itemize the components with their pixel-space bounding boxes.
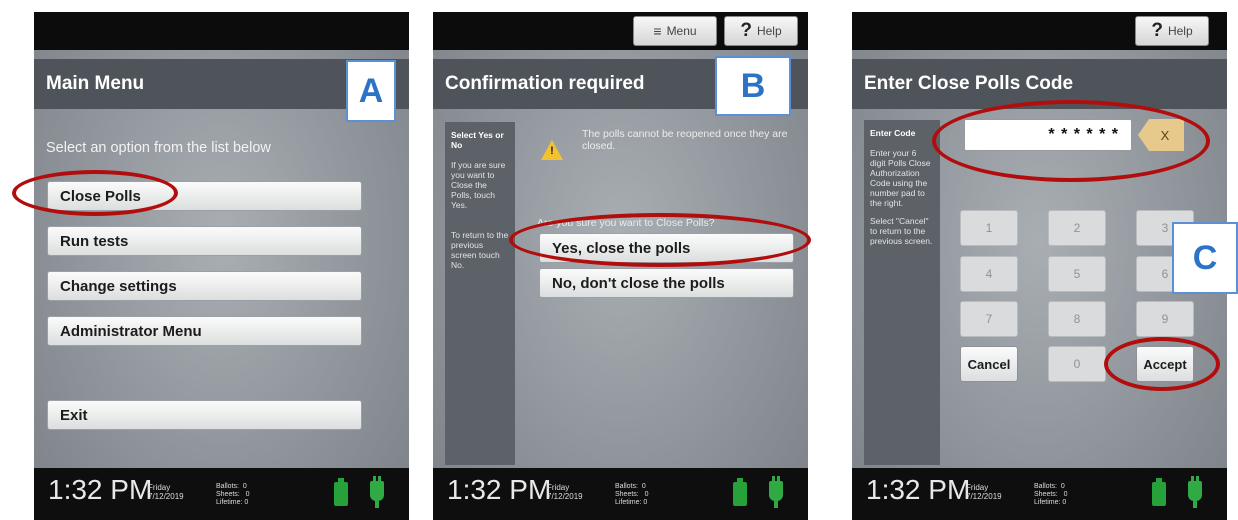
keypad-8[interactable]: 8: [1048, 301, 1106, 337]
clock-time: 1:32 PM: [866, 474, 971, 505]
status-footer: 1:32 PM Friday 7/12/2019 Ballots: 0 Sheet…: [852, 468, 1227, 520]
keypad-5[interactable]: 5: [1048, 256, 1106, 292]
annotation-tag-b: B: [715, 56, 791, 116]
sidebar-title: Enter Code: [870, 128, 916, 138]
power-plug-icon: [1188, 476, 1202, 501]
help-button[interactable]: ? Help: [724, 16, 798, 46]
status-footer: 1:32 PM Friday 7/12/2019 Ballots: 0 Sheet…: [34, 468, 409, 520]
keypad-7[interactable]: 7: [960, 301, 1018, 337]
menu-button[interactable]: ≡ Menu: [633, 16, 717, 46]
annotation-tag-a: A: [346, 60, 396, 122]
warning-icon-mark: !: [550, 145, 554, 157]
sidebar-title: Select Yes or No: [451, 130, 504, 150]
close-polls-button[interactable]: Close Polls: [47, 181, 362, 211]
annotation-tag-c: C: [1172, 222, 1238, 294]
screen-close-polls-code: ? Help Enter Close Polls Code Enter Code…: [852, 12, 1227, 520]
cancel-button[interactable]: Cancel: [960, 346, 1018, 382]
administrator-menu-button[interactable]: Administrator Menu: [47, 316, 362, 346]
help-sidebar: Enter Code Enter your 6 digit Polls Clos…: [864, 120, 940, 465]
no-dont-close-button[interactable]: No, don't close the polls: [539, 268, 794, 298]
battery-icon: [733, 478, 747, 506]
top-bar: [34, 12, 409, 50]
sidebar-text-2: Select "Cancel" to return to the previou…: [870, 216, 933, 246]
sidebar-text: If you are sure you want to Close the Po…: [451, 160, 506, 210]
ballot-counters: Ballots: 0 Sheets: 0 Lifetime: 0: [615, 483, 649, 506]
warning-text: The polls cannot be reopened once they a…: [582, 128, 788, 152]
keypad-1[interactable]: 1: [960, 210, 1018, 246]
clock-time: 1:32 PM: [48, 474, 153, 505]
help-button[interactable]: ? Help: [1135, 16, 1209, 46]
battery-icon: [1152, 478, 1166, 506]
battery-icon: [334, 478, 348, 506]
power-plug-icon: [370, 476, 384, 501]
keypad-2[interactable]: 2: [1048, 210, 1106, 246]
clear-icon: X: [1160, 127, 1170, 143]
change-settings-button[interactable]: Change settings: [47, 271, 362, 301]
help-sidebar: Select Yes or No If you are sure you wan…: [445, 122, 515, 465]
instruction-text: Select an option from the list below: [46, 140, 271, 156]
question-text: Are you sure you want to Close Polls?: [537, 217, 715, 229]
exit-button[interactable]: Exit: [47, 400, 362, 430]
clock-time: 1:32 PM: [447, 474, 552, 505]
status-footer: 1:32 PM Friday 7/12/2019 Ballots: 0 Sheet…: [433, 468, 808, 520]
clock-date: Friday 7/12/2019: [547, 483, 583, 501]
accept-button[interactable]: Accept: [1136, 346, 1194, 382]
clock-date: Friday 7/12/2019: [966, 483, 1002, 501]
yes-close-polls-button[interactable]: Yes, close the polls: [539, 233, 794, 263]
sidebar-text-2: To return to the previous screen touch N…: [451, 230, 509, 270]
sidebar-text: Enter your 6 digit Polls Close Authoriza…: [870, 148, 931, 208]
clock-date: Friday 7/12/2019: [148, 483, 184, 501]
keypad-9[interactable]: 9: [1136, 301, 1194, 337]
clear-code-button[interactable]: X: [1138, 119, 1184, 151]
question-icon: ?: [740, 20, 752, 41]
code-input[interactable]: * * * * * *: [964, 119, 1132, 151]
keypad-0[interactable]: 0: [1048, 346, 1106, 382]
ballot-counters: Ballots: 0 Sheets: 0 Lifetime: 0: [216, 483, 250, 506]
run-tests-button[interactable]: Run tests: [47, 226, 362, 256]
keypad-4[interactable]: 4: [960, 256, 1018, 292]
ballot-counters: Ballots: 0 Sheets: 0 Lifetime: 0: [1034, 483, 1068, 506]
hamburger-icon: ≡: [653, 23, 662, 39]
power-plug-icon: [769, 476, 783, 501]
question-icon: ?: [1151, 20, 1163, 41]
page-title: Enter Close Polls Code: [852, 59, 1227, 109]
